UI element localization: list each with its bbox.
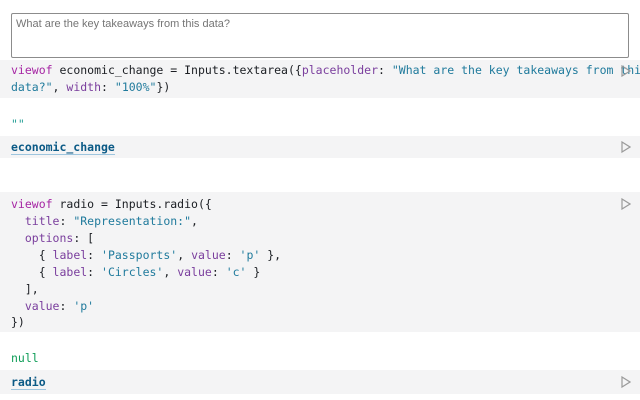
play-icon[interactable] [621,141,631,153]
punctuation: } [246,265,261,279]
punctuation: : [211,265,226,279]
play-icon[interactable] [621,376,631,388]
string-literal: "What are the key takeaways from this [391,63,640,77]
property-key: label [52,248,88,262]
call-expression: Inputs.textarea({ [184,63,302,77]
punctuation: , [177,248,192,262]
punctuation: : [378,63,392,77]
string-literal: "100%" [114,80,157,94]
punctuation: }) [156,80,171,94]
identifier: economic_change [59,63,164,77]
punctuation: : [87,248,102,262]
cell-output-value: "" [11,117,25,131]
keyword: viewof [11,63,53,77]
punctuation: { [11,265,53,279]
play-icon[interactable] [621,65,631,77]
property-key: options [11,231,74,245]
string-literal: 'Passports' [101,248,178,262]
play-icon[interactable] [621,198,631,210]
punctuation: : [59,214,74,228]
code-line: value: 'p' [11,298,94,315]
string-literal: 'p' [73,299,95,313]
code-line: viewof economic_change = Inputs.textarea… [11,62,640,79]
punctuation: , [163,265,178,279]
operator: = [163,63,185,77]
keyword: viewof [11,197,53,211]
cell-name-bar-economic-change[interactable]: economic_change [0,136,640,158]
code-cell-economic-change[interactable]: viewof economic_change = Inputs.textarea… [0,60,640,98]
string-literal: 'c' [225,265,247,279]
code-line: }) [11,314,25,331]
code-line: { label: 'Circles', value: 'c' } [11,264,261,281]
punctuation: : [101,80,115,94]
code-line: options: [ [11,230,94,247]
punctuation: , [191,214,198,228]
punctuation: { [11,248,53,262]
code-line: title: "Representation:", [11,213,198,230]
punctuation: }) [11,315,25,329]
economic-change-textarea[interactable] [11,13,629,58]
code-cell-radio[interactable]: viewof radio = Inputs.radio({ title: "Re… [0,192,640,332]
property-key: placeholder [301,63,378,77]
code-line: { label: 'Passports', value: 'p' }, [11,247,281,264]
punctuation: : [225,248,240,262]
cell-name-bar-radio[interactable]: radio [0,370,640,394]
punctuation: , [52,80,67,94]
property-key: value [177,265,212,279]
punctuation: }, [260,248,282,262]
string-literal: "Representation:" [73,214,192,228]
property-key: width [66,80,102,94]
cell-name-link[interactable]: economic_change [11,140,115,155]
code-line: ], [11,281,39,298]
string-literal: 'p' [239,248,261,262]
punctuation: ], [11,282,39,296]
cell-name-link[interactable]: radio [11,375,46,390]
property-key: value [11,299,60,313]
string-literal: 'Circles' [101,265,164,279]
punctuation: : [87,265,102,279]
punctuation: : [59,299,74,313]
punctuation: : [ [73,231,95,245]
code-line: data?", width: "100%"}) [11,79,170,96]
cell-output-value: null [11,351,39,365]
property-key: label [52,265,88,279]
string-literal: data?" [11,80,53,94]
code-line: viewof radio = Inputs.radio({ [11,196,212,213]
property-key: value [191,248,226,262]
code-text: radio = Inputs.radio({ [52,197,212,211]
property-key: title [11,214,60,228]
